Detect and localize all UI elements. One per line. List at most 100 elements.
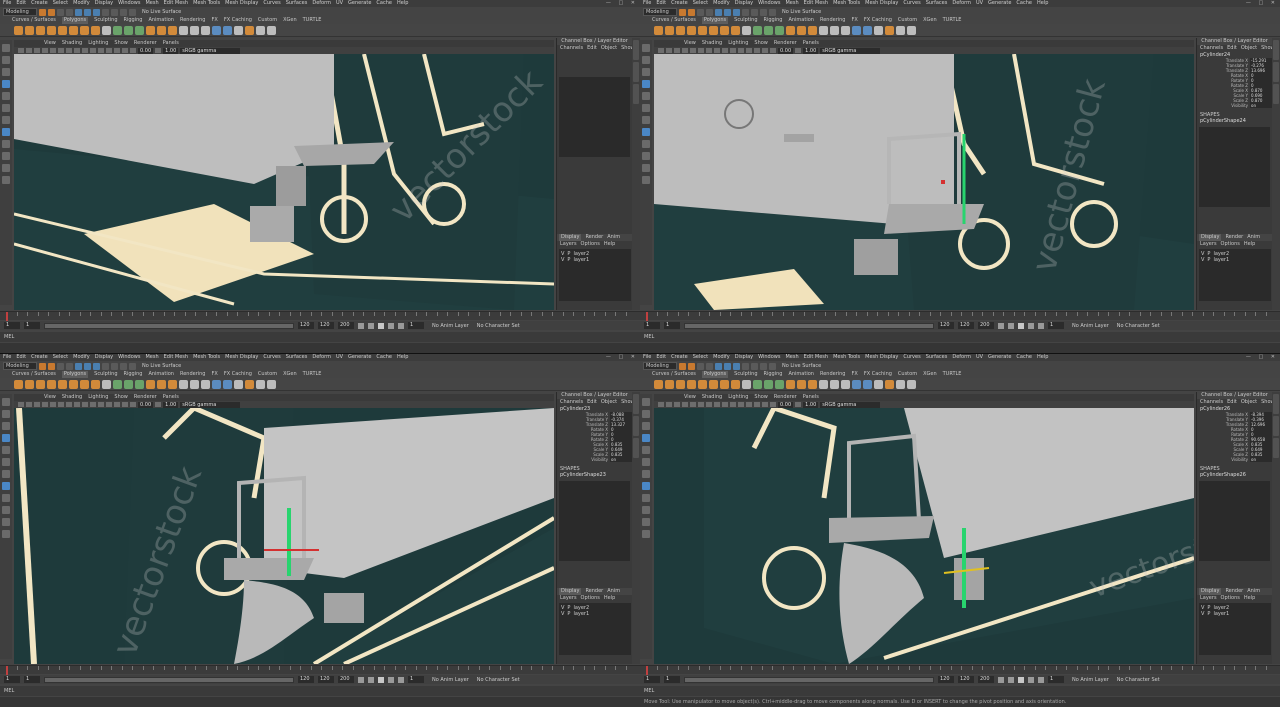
gamma-field[interactable]: 1.00 xyxy=(803,47,819,54)
select-hierarchy-icon[interactable] xyxy=(715,362,722,370)
shelf-tab[interactable]: XGen xyxy=(923,17,937,24)
viewport-menu-item[interactable]: Renderer xyxy=(134,394,157,401)
viewport-canvas[interactable]: vectorstock xyxy=(14,54,554,310)
range-bar[interactable] xyxy=(684,322,934,329)
layer-playback-toggle[interactable]: P xyxy=(567,611,570,617)
range-bar[interactable] xyxy=(44,322,294,329)
shelf-tab[interactable]: Polygons xyxy=(701,17,729,24)
layer-name[interactable]: layer1 xyxy=(573,257,589,263)
snap-point-icon[interactable] xyxy=(760,362,767,370)
viewport-menu-item[interactable]: Show xyxy=(754,40,768,47)
range-end-field[interactable]: 120 xyxy=(938,676,954,683)
grid-icon[interactable] xyxy=(50,48,56,53)
menu-item[interactable]: Edit Mesh xyxy=(164,0,188,7)
layer-menu-item[interactable]: Options xyxy=(1221,595,1240,602)
current-time-indicator[interactable] xyxy=(646,312,648,321)
shelf-tab[interactable]: XGen xyxy=(923,371,937,378)
go-to-end-icon[interactable] xyxy=(398,322,404,329)
menu-item[interactable]: Select xyxy=(53,354,68,361)
smooth-icon[interactable] xyxy=(786,379,795,389)
end-time-field[interactable]: 120 xyxy=(958,322,974,329)
current-frame-field[interactable]: 1 xyxy=(408,322,424,329)
menu-item[interactable]: Surfaces xyxy=(286,354,308,361)
separate-icon[interactable] xyxy=(124,25,133,35)
lock-camera-icon[interactable] xyxy=(666,402,672,407)
select-tool-icon[interactable] xyxy=(2,44,10,52)
extrude-icon[interactable] xyxy=(819,379,828,389)
separate-icon[interactable] xyxy=(124,379,133,389)
attribute-value[interactable]: on xyxy=(1250,103,1272,108)
time-slider[interactable] xyxy=(640,665,1280,675)
layer-menu-item[interactable]: Layers xyxy=(560,595,577,602)
shadows-icon[interactable] xyxy=(746,48,752,53)
save-scene-icon[interactable] xyxy=(48,8,55,16)
outliner-layout-icon[interactable] xyxy=(642,530,650,538)
svg-icon[interactable] xyxy=(102,379,111,389)
cylinder-icon[interactable] xyxy=(676,379,685,389)
layer-menu-item[interactable]: Options xyxy=(581,595,600,602)
time-slider[interactable] xyxy=(0,311,640,321)
uv-editor-icon[interactable] xyxy=(885,25,894,35)
image-plane-icon[interactable] xyxy=(682,48,688,53)
command-line[interactable]: MEL xyxy=(640,686,1280,696)
scale-tool-icon[interactable] xyxy=(642,104,650,112)
lasso-tool-icon[interactable] xyxy=(2,56,10,64)
paint-select-icon[interactable] xyxy=(642,68,650,76)
shelf-tab[interactable]: Rigging xyxy=(124,17,143,24)
menu-item[interactable]: Mesh Display xyxy=(225,354,258,361)
redo-icon[interactable] xyxy=(66,362,73,370)
step-back-icon[interactable] xyxy=(1008,676,1014,683)
menu-item[interactable]: Help xyxy=(1037,0,1048,7)
ambient-occlusion-icon[interactable] xyxy=(114,48,120,53)
channel-menu-item[interactable]: Channels xyxy=(560,399,583,406)
quad-draw-icon[interactable] xyxy=(874,25,883,35)
isolate-icon[interactable] xyxy=(122,402,128,407)
inputs-list[interactable] xyxy=(559,77,630,157)
live-surface-label[interactable]: No Live Surface xyxy=(782,9,821,15)
boolean-icon[interactable] xyxy=(157,25,166,35)
exposure-field[interactable]: 0.00 xyxy=(138,401,154,408)
last-tool-icon[interactable] xyxy=(2,116,10,124)
menu-item[interactable]: Curves xyxy=(903,0,920,7)
snap-grid-icon[interactable] xyxy=(102,362,109,370)
layer-visibility-toggle[interactable]: V xyxy=(561,611,564,617)
menu-item[interactable]: UV xyxy=(976,0,983,7)
auto-map-icon[interactable] xyxy=(267,25,276,35)
shelf-tab[interactable]: Sculpting xyxy=(94,371,117,378)
anim-layer-selector[interactable]: No Anim Layer xyxy=(432,677,469,683)
move-tool-icon[interactable] xyxy=(2,434,10,442)
snap-curve-icon[interactable] xyxy=(751,8,758,16)
uv-editor-icon[interactable] xyxy=(245,379,254,389)
end-time-field[interactable]: 120 xyxy=(958,676,974,683)
go-to-end-icon[interactable] xyxy=(1038,676,1044,683)
paint-select-icon[interactable] xyxy=(2,68,10,76)
menu-item[interactable]: Modify xyxy=(73,354,90,361)
layer-row[interactable]: V Player1 xyxy=(1201,257,1269,263)
quad-draw-icon[interactable] xyxy=(234,25,243,35)
viewport-menu-item[interactable]: Show xyxy=(754,394,768,401)
layer-tab[interactable]: Display xyxy=(1199,588,1222,595)
menu-item[interactable]: Windows xyxy=(758,354,780,361)
viewport-canvas[interactable]: vectorstock xyxy=(654,408,1194,664)
menu-item[interactable]: Help xyxy=(397,0,408,7)
step-back-icon[interactable] xyxy=(368,676,374,683)
menu-item[interactable]: Display xyxy=(735,0,753,7)
platonic-icon[interactable] xyxy=(731,379,740,389)
mirror-icon[interactable] xyxy=(168,379,177,389)
select-object-icon[interactable] xyxy=(724,8,731,16)
snap-point-icon[interactable] xyxy=(120,362,127,370)
menu-item[interactable]: Display xyxy=(95,354,113,361)
layer-menu-item[interactable]: Help xyxy=(1244,241,1255,248)
layer-row[interactable]: V Player1 xyxy=(1201,611,1269,617)
shelf-tab[interactable]: Rigging xyxy=(764,371,783,378)
viewport-menu-item[interactable]: View xyxy=(44,394,56,401)
combine-icon[interactable] xyxy=(113,25,122,35)
channel-box-tab[interactable] xyxy=(633,40,639,60)
channel-menu-item[interactable]: Channels xyxy=(1200,45,1223,52)
viewport-menu-item[interactable]: Shading xyxy=(702,394,722,401)
channel-menu-item[interactable]: Object xyxy=(1241,45,1257,52)
step-back-icon[interactable] xyxy=(1008,322,1014,329)
snap-grid-icon[interactable] xyxy=(742,8,749,16)
outliner-layout-icon[interactable] xyxy=(642,176,650,184)
multi-cut-icon[interactable] xyxy=(852,25,861,35)
